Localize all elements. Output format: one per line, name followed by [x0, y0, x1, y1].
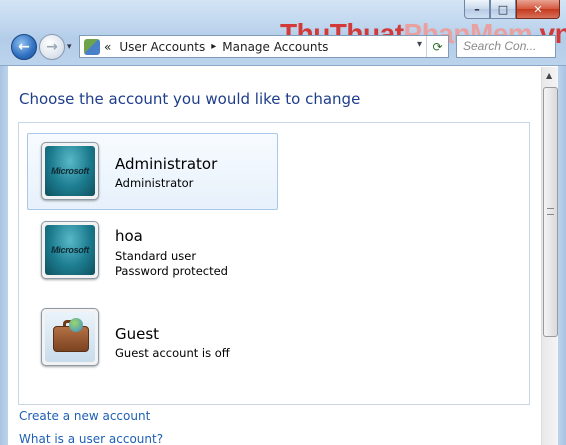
account-status: Password protected [115, 264, 228, 278]
arrow-left-icon: ← [18, 39, 30, 55]
breadcrumb-manage-accounts[interactable]: Manage Accounts [222, 40, 328, 54]
account-type: Administrator [115, 176, 194, 190]
user-accounts-icon [84, 38, 100, 55]
breadcrumb-separator[interactable]: ▸ [211, 41, 216, 52]
account-picture: Microsoft [41, 221, 99, 279]
search-input[interactable]: Search Con... [456, 35, 556, 58]
scrollbar-thumb[interactable] [543, 87, 558, 337]
logo-text: Microsoft [51, 166, 89, 176]
window-frame-right [558, 66, 566, 445]
vertical-scrollbar[interactable]: ▲ [541, 67, 558, 445]
forward-button[interactable]: → [39, 34, 65, 60]
account-hoa[interactable]: Microsoft hoa Standard user Password pro… [27, 219, 278, 299]
microsoft-logo-icon: Microsoft [45, 146, 95, 196]
account-name: Guest [115, 325, 160, 343]
recent-pages-dropdown[interactable]: ▾ [67, 42, 72, 52]
address-overflow[interactable]: « [104, 40, 111, 54]
breadcrumb-user-accounts[interactable]: User Accounts [119, 40, 205, 54]
account-status: Guest account is off [115, 346, 230, 360]
briefcase-icon [45, 312, 95, 362]
address-dropdown[interactable]: ▾ [417, 39, 422, 50]
page-title: Choose the account you would like to cha… [19, 90, 361, 108]
accounts-panel: Microsoft Administrator Administrator Mi… [18, 122, 530, 405]
window-titlebar: – □ ✕ ThuThuatPhanMem.vn ← → ▾ « User Ac… [0, 0, 566, 66]
microsoft-logo-icon: Microsoft [45, 225, 95, 275]
account-name: hoa [115, 227, 143, 245]
back-button[interactable]: ← [11, 34, 37, 60]
grip-icon [547, 208, 554, 215]
window-frame-left [0, 66, 8, 445]
refresh-icon[interactable]: ⟳ [426, 36, 448, 57]
minimize-button[interactable]: – [464, 0, 490, 19]
account-picture [41, 308, 99, 366]
globe-icon [69, 318, 83, 332]
account-picture: Microsoft [41, 142, 99, 200]
account-name: Administrator [115, 155, 218, 173]
create-account-link[interactable]: Create a new account [19, 409, 150, 423]
window-controls: – □ ✕ [464, 0, 560, 19]
close-button[interactable]: ✕ [516, 0, 560, 19]
scroll-up-icon[interactable]: ▲ [546, 71, 552, 80]
logo-text: Microsoft [51, 245, 89, 255]
arrow-right-icon: → [46, 39, 58, 55]
what-is-user-account-link[interactable]: What is a user account? [19, 432, 163, 445]
account-type: Standard user [115, 249, 197, 263]
account-guest[interactable]: Guest Guest account is off [27, 307, 278, 387]
address-bar[interactable]: « User Accounts ▸ Manage Accounts ▾ ⟳ [79, 35, 449, 58]
account-administrator[interactable]: Microsoft Administrator Administrator [27, 133, 278, 210]
maximize-button[interactable]: □ [490, 0, 516, 19]
content-area: Choose the account you would like to cha… [8, 67, 541, 445]
